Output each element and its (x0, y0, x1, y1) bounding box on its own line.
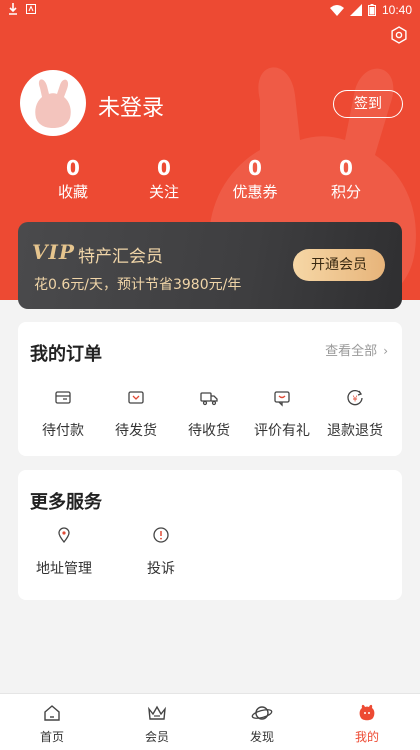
comment-icon (274, 391, 290, 407)
service-label: 投诉 (147, 561, 175, 577)
tab-label: 我的 (354, 730, 379, 744)
status-bar: 10:40 (0, 0, 420, 20)
refund-icon: ¥ (347, 390, 363, 406)
signal-icon (349, 4, 362, 16)
stats-row: 0 收藏 0 关注 0 优惠券 0 积分 (0, 156, 420, 206)
crown-icon (148, 705, 166, 720)
planet-icon (251, 706, 273, 720)
tab-label: 会员 (144, 730, 169, 744)
tab-label: 发现 (249, 730, 274, 744)
order-refund[interactable]: ¥ 退款退货 (319, 388, 391, 440)
checkin-button[interactable]: 签到 (333, 90, 403, 118)
service-complaint[interactable]: 投诉 (121, 526, 201, 578)
alert-icon (153, 527, 169, 543)
truck-icon (200, 392, 218, 406)
stat-label: 优惠券 (232, 183, 278, 201)
stat-label: 关注 (148, 183, 179, 201)
order-review[interactable]: 评价有礼 (246, 388, 318, 440)
download-icon (9, 3, 17, 15)
stat-label: 积分 (330, 183, 361, 201)
vip-logo: VIP (32, 240, 75, 264)
services-card: 更多服务 地址管理 投诉 (18, 470, 402, 600)
stat-following[interactable]: 0 关注 (124, 156, 204, 204)
tab-home[interactable]: 首页 (22, 702, 82, 745)
stat-value: 0 (248, 156, 262, 180)
tab-mine[interactable]: 我的 (337, 702, 397, 745)
order-pending-payment[interactable]: 待付款 (27, 388, 99, 440)
services-title: 更多服务 (30, 492, 102, 513)
order-item-label: 待付款 (42, 423, 84, 439)
order-item-label: 待发货 (115, 423, 157, 439)
bottom-tab-bar: 首页 会员 发现 我的 (0, 693, 420, 750)
chevron-right-icon: › (383, 344, 388, 358)
join-vip-button[interactable]: 开通会员 (293, 249, 385, 281)
vip-membership-card[interactable]: VIP 特产汇会员 花0.6元/天，预计节省3980元/年 开通会员 (18, 222, 402, 309)
tab-membership[interactable]: 会员 (127, 702, 187, 745)
notification-icon (26, 4, 36, 14)
service-label: 地址管理 (36, 561, 92, 577)
bunny-avatar-icon (35, 79, 71, 128)
avatar[interactable] (20, 70, 86, 136)
stat-value: 0 (157, 156, 171, 180)
vip-title: 特产汇会员 (78, 247, 163, 267)
vip-subtitle: 花0.6元/天，预计节省3980元/年 (34, 277, 242, 293)
home-icon (44, 705, 60, 721)
order-item-label: 待收货 (188, 423, 230, 439)
tab-label: 首页 (39, 730, 64, 744)
order-item-label: 评价有礼 (254, 423, 310, 439)
stat-label: 收藏 (57, 183, 88, 201)
orders-title: 我的订单 (30, 344, 102, 365)
view-all-orders-link[interactable]: 查看全部 › (325, 340, 388, 359)
orders-card: 我的订单 查看全部 › 待付款 待发货 待收货 评价有礼 ¥ 退款退货 (18, 322, 402, 456)
view-all-label: 查看全部 (325, 344, 378, 359)
svg-text:¥: ¥ (352, 395, 357, 404)
order-pending-receipt[interactable]: 待收货 (173, 388, 245, 440)
stat-favorites[interactable]: 0 收藏 (33, 156, 113, 204)
username-label[interactable]: 未登录 (98, 90, 164, 122)
order-pending-shipment[interactable]: 待发货 (100, 388, 172, 440)
stat-coupons[interactable]: 0 优惠券 (215, 156, 295, 204)
box-icon (128, 391, 144, 404)
tab-discover[interactable]: 发现 (232, 702, 292, 745)
order-item-label: 退款退货 (327, 423, 383, 439)
service-address-management[interactable]: 地址管理 (24, 526, 104, 578)
settings-icon[interactable] (390, 26, 408, 44)
stat-points[interactable]: 0 积分 (306, 156, 386, 204)
location-icon (58, 527, 70, 544)
profile-icon (359, 704, 375, 721)
stat-value: 0 (339, 156, 353, 180)
stat-value: 0 (66, 156, 80, 180)
wifi-icon (329, 5, 344, 16)
status-time: 10:40 (381, 3, 412, 17)
wallet-icon (55, 391, 71, 404)
battery-icon (367, 4, 376, 16)
